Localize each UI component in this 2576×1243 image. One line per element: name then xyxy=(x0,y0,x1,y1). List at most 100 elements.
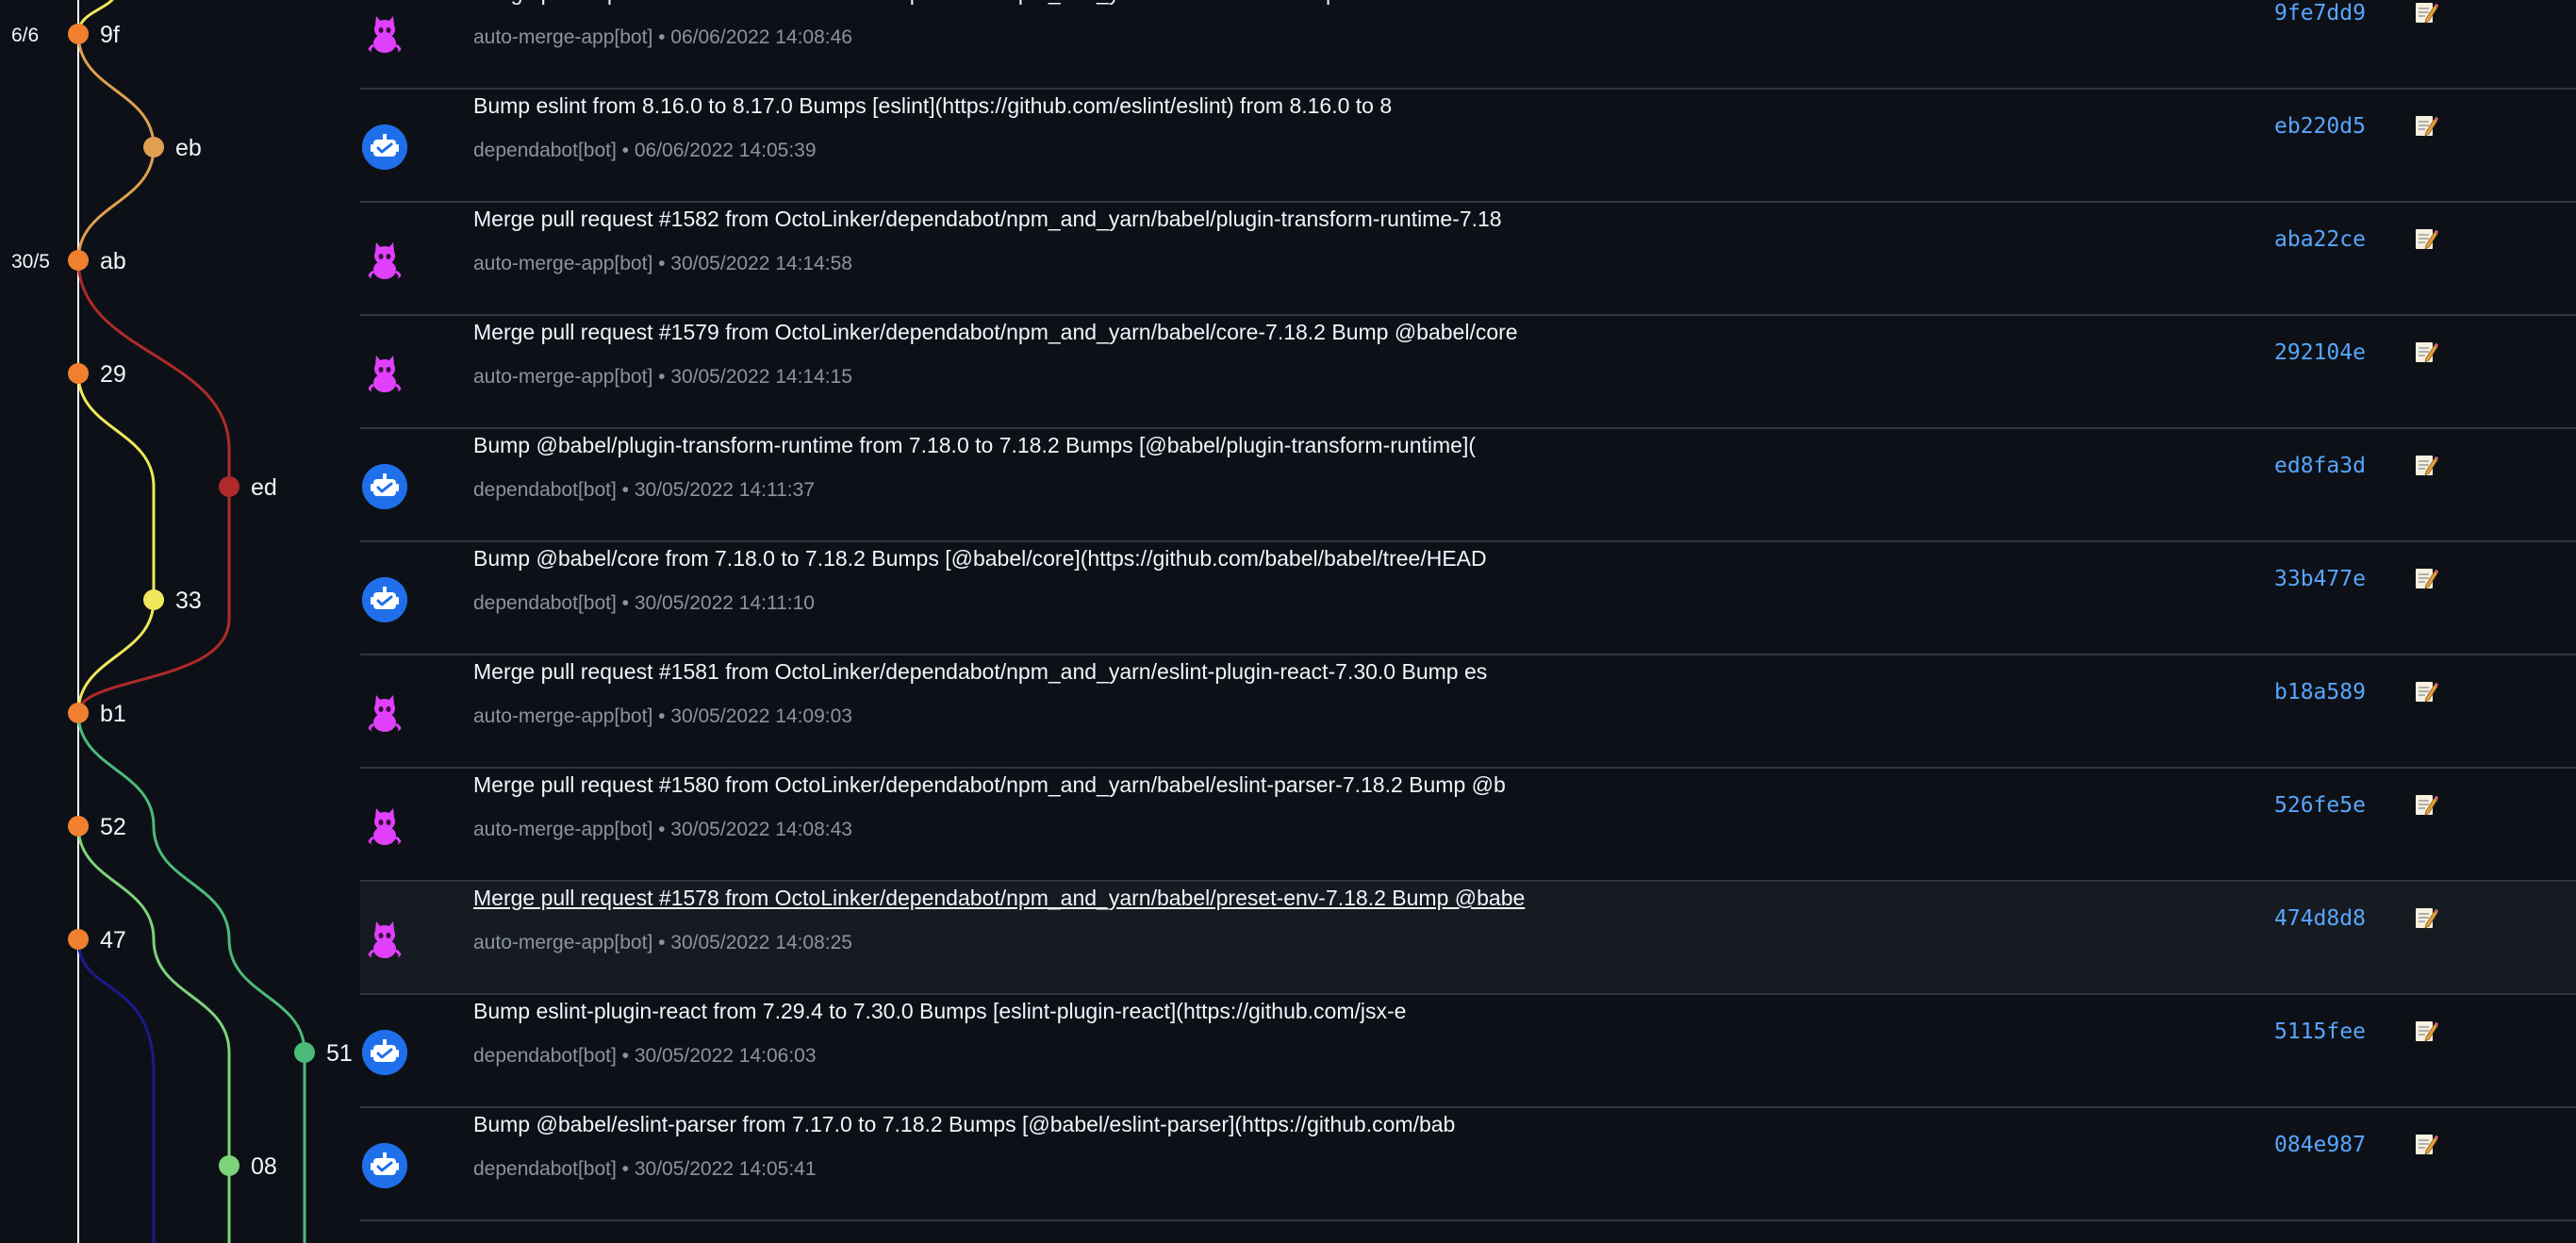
memo-edit-icon[interactable] xyxy=(2414,679,2438,704)
dependabot-avatar xyxy=(362,1143,407,1188)
commit-hash[interactable]: 526fe5e xyxy=(2274,792,2366,819)
commit-author-date: auto-merge-app[bot] • 30/05/2022 14:09:0… xyxy=(473,705,852,727)
commit-hash[interactable]: 292104e xyxy=(2274,340,2366,366)
commit-node-label: eb xyxy=(175,135,202,161)
commit-row[interactable]: Merge pull request #1582 from OctoLinker… xyxy=(360,204,2576,316)
commit-row[interactable]: Bump eslint-plugin-react from 7.29.4 to … xyxy=(360,996,2576,1108)
commit-message[interactable]: Merge pull request #1579 from OctoLinker… xyxy=(473,319,1518,345)
commit-author-date: auto-merge-app[bot] • 06/06/2022 14:08:4… xyxy=(473,26,852,48)
commit-message[interactable]: Bump eslint from 8.16.0 to 8.17.0 Bumps … xyxy=(473,92,1392,119)
branch-line-orange xyxy=(76,33,156,148)
auto-merge-avatar xyxy=(362,690,407,736)
memo-edit-icon[interactable] xyxy=(2414,1132,2438,1156)
commit-count-label: 30/5 xyxy=(11,251,50,273)
commit-node[interactable] xyxy=(294,1042,315,1063)
commit-hash[interactable]: 474d8d8 xyxy=(2274,905,2366,932)
commit-hash[interactable]: aba22ce xyxy=(2274,226,2366,253)
commit-node[interactable] xyxy=(143,137,164,157)
commit-author-date: dependabot[bot] • 06/06/2022 14:05:39 xyxy=(473,140,817,161)
octocat-icon xyxy=(368,16,402,54)
commit-row[interactable]: Merge pull request #1581 from OctoLinker… xyxy=(360,656,2576,769)
memo-edit-icon[interactable] xyxy=(2414,566,2438,590)
commit-node[interactable] xyxy=(68,250,89,271)
memo-edit-icon[interactable] xyxy=(2414,453,2438,477)
commit-node-label: ed xyxy=(251,474,277,501)
commit-node[interactable] xyxy=(68,929,89,950)
commit-node[interactable] xyxy=(143,589,164,610)
commit-author-date: auto-merge-app[bot] • 30/05/2022 14:14:1… xyxy=(473,366,852,388)
commit-message[interactable]: Merge pull request #1587 from OctoLinker… xyxy=(473,0,1480,6)
auto-merge-avatar xyxy=(362,804,407,849)
commit-hash[interactable]: 33b477e xyxy=(2274,566,2366,592)
auto-merge-avatar xyxy=(362,351,407,396)
commit-author-date: dependabot[bot] • 30/05/2022 14:11:10 xyxy=(473,592,815,614)
commit-hash[interactable]: eb220d5 xyxy=(2274,113,2366,140)
graph-nodes: 9f 6/6 eb ab 30/5 29 ed 33 b1 52 47 51 08 xyxy=(11,22,353,1180)
commit-message[interactable]: Bump @babel/core from 7.18.0 to 7.18.2 B… xyxy=(473,545,1487,572)
octocat-icon xyxy=(368,695,402,733)
memo-edit-icon[interactable] xyxy=(2414,113,2438,138)
git-graph-view: 9f 6/6 eb ab 30/5 29 ed 33 b1 52 47 51 08 Merge pull… xyxy=(0,0,2576,1243)
commit-graph: 9f 6/6 eb ab 30/5 29 ed 33 b1 52 47 51 08 xyxy=(11,0,353,1243)
auto-merge-avatar xyxy=(362,238,407,283)
branch-line-navy xyxy=(76,938,156,1243)
commit-node-label: 47 xyxy=(100,927,126,953)
commit-author-date: auto-merge-app[bot] • 30/05/2022 14:14:5… xyxy=(473,253,852,274)
commit-row[interactable]: Bump eslint from 8.16.0 to 8.17.0 Bumps … xyxy=(360,91,2576,203)
commit-hash[interactable]: ed8fa3d xyxy=(2274,453,2366,479)
commit-message[interactable]: Bump eslint-plugin-react from 7.29.4 to … xyxy=(473,998,1406,1024)
memo-edit-icon[interactable] xyxy=(2414,340,2438,364)
commit-node[interactable] xyxy=(68,703,89,723)
robot-icon xyxy=(362,1143,407,1188)
commit-author-date: dependabot[bot] • 30/05/2022 14:06:03 xyxy=(473,1045,817,1067)
robot-icon xyxy=(362,577,407,622)
robot-icon xyxy=(362,464,407,509)
commit-hash[interactable]: 5115fee xyxy=(2274,1019,2366,1045)
commit-count-label: 6/6 xyxy=(11,25,39,46)
octocat-icon xyxy=(368,356,402,393)
commit-row[interactable]: Merge pull request #1587 from OctoLinker… xyxy=(360,0,2576,90)
commit-message[interactable]: Merge pull request #1578 from OctoLinker… xyxy=(473,885,1525,911)
commit-node[interactable] xyxy=(219,1155,239,1176)
commit-hash[interactable]: 9fe7dd9 xyxy=(2274,0,2366,26)
dependabot-avatar xyxy=(362,124,407,170)
commit-author-date: auto-merge-app[bot] • 30/05/2022 14:08:2… xyxy=(473,932,852,953)
commit-hash[interactable]: 084e987 xyxy=(2274,1132,2366,1158)
memo-edit-icon[interactable] xyxy=(2414,1019,2438,1043)
commit-row[interactable]: Bump @babel/core from 7.18.0 to 7.18.2 B… xyxy=(360,543,2576,655)
commit-message[interactable]: Bump @babel/eslint-parser from 7.17.0 to… xyxy=(473,1111,1455,1137)
commit-hash[interactable]: b18a589 xyxy=(2274,679,2366,705)
commit-author-date: dependabot[bot] • 30/05/2022 14:11:37 xyxy=(473,479,815,501)
commit-node-label: b1 xyxy=(100,701,126,727)
memo-edit-icon[interactable] xyxy=(2414,792,2438,817)
auto-merge-avatar xyxy=(362,917,407,962)
commit-author-date: dependabot[bot] • 30/05/2022 14:05:41 xyxy=(473,1158,817,1180)
octocat-icon xyxy=(368,921,402,959)
commit-author-date: auto-merge-app[bot] • 30/05/2022 14:08:4… xyxy=(473,819,852,840)
dependabot-avatar xyxy=(362,464,407,509)
commit-message[interactable]: Merge pull request #1582 from OctoLinker… xyxy=(473,206,1502,232)
commit-row[interactable]: Bump @babel/plugin-transform-runtime fro… xyxy=(360,430,2576,542)
memo-edit-icon[interactable] xyxy=(2414,226,2438,251)
commit-row[interactable]: Merge pull request #1580 from OctoLinker… xyxy=(360,770,2576,882)
graph-branch-lines xyxy=(76,0,306,1243)
commit-node[interactable] xyxy=(68,24,89,44)
commit-node-label: 52 xyxy=(100,814,126,840)
commit-message[interactable]: Merge pull request #1581 from OctoLinker… xyxy=(473,658,1487,685)
octocat-icon xyxy=(368,242,402,280)
commit-node-label: 08 xyxy=(251,1153,277,1180)
memo-edit-icon[interactable] xyxy=(2414,0,2438,25)
commit-node[interactable] xyxy=(68,363,89,384)
commit-message[interactable]: Merge pull request #1580 from OctoLinker… xyxy=(473,771,1506,798)
branch-line-orange xyxy=(76,146,156,261)
commit-row[interactable]: Merge pull request #1579 from OctoLinker… xyxy=(360,317,2576,429)
commit-row[interactable]: Bump @babel/eslint-parser from 7.17.0 to… xyxy=(360,1109,2576,1221)
commit-node[interactable] xyxy=(68,816,89,837)
branch-line-yellow xyxy=(76,373,156,600)
commit-message[interactable]: Bump @babel/plugin-transform-runtime fro… xyxy=(473,432,1476,458)
commit-node[interactable] xyxy=(219,476,239,497)
commit-node-label: 51 xyxy=(326,1040,353,1067)
robot-icon xyxy=(362,1030,407,1075)
commit-row[interactable]: Merge pull request #1578 from OctoLinker… xyxy=(360,883,2576,995)
memo-edit-icon[interactable] xyxy=(2414,905,2438,930)
